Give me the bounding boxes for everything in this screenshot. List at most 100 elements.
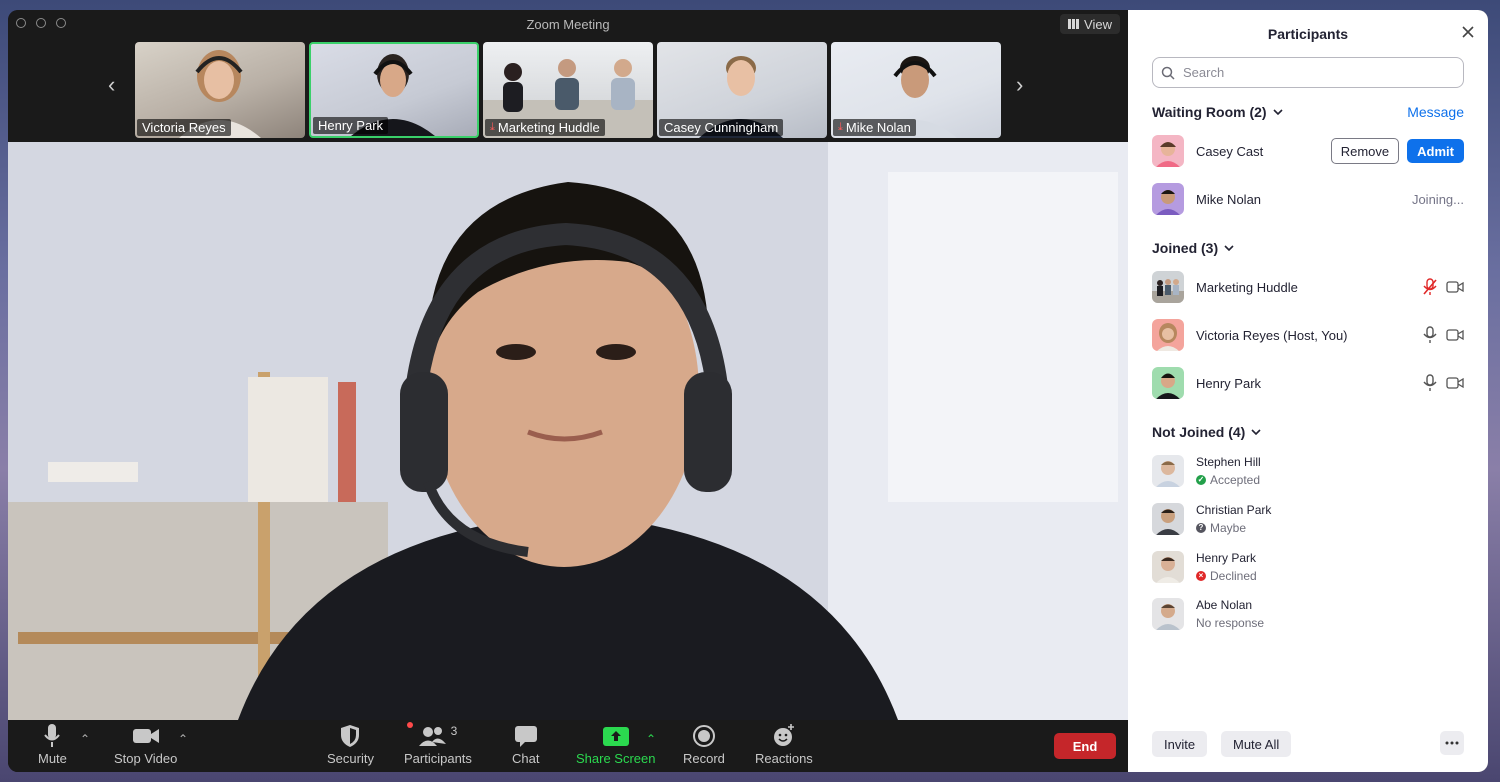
participant-name: Mike Nolan bbox=[1196, 191, 1262, 207]
participants-icon bbox=[418, 727, 446, 746]
not-joined-row-stephen-hill[interactable]: Stephen Hill ✓ Accepted bbox=[1152, 451, 1464, 491]
microphone-icon[interactable] bbox=[1422, 374, 1438, 392]
joined-header[interactable]: Joined (3) bbox=[1152, 240, 1234, 256]
record-button[interactable]: Record bbox=[683, 724, 725, 766]
thumbnail-marketing-huddle[interactable]: ⤓ Marketing Huddle bbox=[483, 42, 653, 138]
view-button[interactable]: View bbox=[1060, 14, 1120, 34]
stop-video-button[interactable]: Stop Video bbox=[114, 724, 177, 766]
microphone-icon[interactable] bbox=[1422, 326, 1438, 344]
chat-button[interactable]: Chat bbox=[512, 724, 539, 766]
waiting-room-header[interactable]: Waiting Room (2) bbox=[1152, 104, 1283, 120]
speaker-video-frame bbox=[8, 142, 1128, 720]
muted-mic-icon: ⤓ bbox=[490, 121, 495, 133]
joined-row-marketing-huddle[interactable]: Marketing Huddle bbox=[1152, 270, 1464, 304]
video-camera-icon bbox=[132, 729, 159, 743]
mute-button[interactable]: Mute bbox=[38, 724, 67, 766]
admit-button[interactable]: Admit bbox=[1407, 139, 1464, 163]
search-input[interactable] bbox=[1181, 64, 1455, 81]
avatar bbox=[1152, 503, 1184, 535]
more-options-button[interactable] bbox=[1440, 731, 1464, 755]
chevron-left-icon[interactable]: ‹ bbox=[108, 74, 115, 96]
not-joined-header[interactable]: Not Joined (4) bbox=[1152, 424, 1261, 440]
panel-title: Participants bbox=[1267, 26, 1349, 42]
participant-name: Marketing Huddle bbox=[1196, 279, 1298, 295]
security-label: Security bbox=[327, 751, 374, 766]
thumbnail-casey-cunningham[interactable]: Casey Cunningham bbox=[657, 42, 827, 138]
emoji-plus-icon bbox=[773, 724, 794, 746]
avatar bbox=[1152, 271, 1184, 303]
share-screen-button[interactable]: Share Screen bbox=[576, 724, 656, 766]
close-icon[interactable] bbox=[1462, 26, 1474, 38]
rsvp-status: ? Maybe bbox=[1196, 521, 1271, 535]
invitee-name: Abe Nolan bbox=[1196, 598, 1253, 612]
participants-label: Participants bbox=[404, 751, 472, 766]
thumbnail-victoria-reyes[interactable]: Victoria Reyes bbox=[135, 42, 305, 138]
chevron-down-icon bbox=[1251, 429, 1261, 435]
check-icon: ✓ bbox=[1196, 475, 1206, 485]
avatar bbox=[1152, 135, 1184, 167]
waiting-room-heading: Waiting Room (2) bbox=[1152, 104, 1267, 120]
security-button[interactable]: Security bbox=[327, 724, 374, 766]
question-icon: ? bbox=[1196, 523, 1206, 533]
thumbnail-label: ⤓ Marketing Huddle bbox=[485, 119, 605, 136]
rsvp-status: ✓ Accepted bbox=[1196, 473, 1261, 487]
shield-icon bbox=[341, 725, 360, 747]
thumbnail-henry-park[interactable]: Henry Park bbox=[309, 42, 479, 138]
chevron-down-icon bbox=[1224, 245, 1234, 251]
video-thumbnail-strip: ‹ Victoria Reyes Henry Park ⤓ Marketing … bbox=[8, 38, 1128, 142]
record-icon bbox=[692, 725, 715, 747]
joined-row-henry-park[interactable]: Henry Park bbox=[1152, 366, 1464, 400]
share-screen-icon bbox=[602, 727, 629, 746]
video-camera-icon[interactable] bbox=[1446, 328, 1464, 342]
video-camera-icon[interactable] bbox=[1446, 280, 1464, 294]
participants-panel: Participants Waiting Room (2) Message Ca… bbox=[1128, 10, 1488, 772]
share-options-caret[interactable]: ⌃ bbox=[646, 732, 656, 746]
joined-heading: Joined (3) bbox=[1152, 240, 1219, 256]
mute-label: Mute bbox=[38, 751, 67, 766]
ellipsis-icon bbox=[1445, 741, 1459, 745]
rsvp-status: No response bbox=[1196, 616, 1265, 630]
muted-microphone-icon[interactable] bbox=[1422, 278, 1438, 296]
thumbnail-label: ⤓ Mike Nolan bbox=[833, 119, 916, 136]
reactions-button[interactable]: Reactions bbox=[755, 724, 813, 766]
avatar bbox=[1152, 455, 1184, 487]
message-waiting-room-link[interactable]: Message bbox=[1407, 104, 1464, 120]
participants-count: 3 bbox=[450, 724, 458, 738]
invitee-name: Henry Park bbox=[1196, 551, 1257, 565]
waiting-row-casey-cast: Casey Cast Remove Admit bbox=[1152, 134, 1464, 168]
not-joined-row-christian-park[interactable]: Christian Park ? Maybe bbox=[1152, 499, 1464, 539]
muted-mic-icon: ⤓ bbox=[838, 121, 843, 133]
participant-name: Henry Park bbox=[1196, 375, 1262, 391]
invite-button[interactable]: Invite bbox=[1152, 731, 1208, 757]
invitee-name: Christian Park bbox=[1196, 503, 1272, 517]
video-camera-icon[interactable] bbox=[1446, 376, 1464, 390]
audio-options-caret[interactable]: ⌃ bbox=[80, 732, 90, 746]
end-meeting-button[interactable]: End bbox=[1054, 733, 1116, 759]
zoom-window: Zoom Meeting View ‹ Victoria Reyes Henry… bbox=[8, 10, 1488, 772]
search-field[interactable] bbox=[1152, 57, 1464, 88]
share-screen-label: Share Screen bbox=[576, 751, 656, 766]
joined-row-victoria-reyes[interactable]: Victoria Reyes (Host, You) bbox=[1152, 318, 1464, 352]
view-button-label: View bbox=[1084, 16, 1112, 32]
video-options-caret[interactable]: ⌃ bbox=[178, 732, 188, 746]
remove-button[interactable]: Remove bbox=[1330, 138, 1400, 164]
rsvp-status: × Declined bbox=[1196, 569, 1257, 583]
not-joined-heading: Not Joined (4) bbox=[1152, 424, 1246, 440]
thumbnail-mike-nolan[interactable]: ⤓ Mike Nolan bbox=[831, 42, 1001, 138]
participant-name: Casey Cast bbox=[1196, 143, 1264, 159]
not-joined-row-henry-park[interactable]: Henry Park × Declined bbox=[1152, 547, 1464, 587]
thumbnail-label: Henry Park bbox=[313, 117, 389, 134]
participants-button[interactable]: 3 Participants bbox=[404, 722, 472, 766]
active-speaker-video bbox=[8, 142, 1128, 720]
waiting-row-mike-nolan: Mike Nolan Joining... bbox=[1152, 182, 1464, 216]
mute-all-button[interactable]: Mute All bbox=[1221, 731, 1292, 757]
joining-status: Joining... bbox=[1411, 191, 1464, 207]
window-title: Zoom Meeting bbox=[526, 17, 610, 32]
meeting-area: Zoom Meeting View ‹ Victoria Reyes Henry… bbox=[8, 10, 1128, 772]
avatar bbox=[1152, 551, 1184, 583]
chat-bubble-icon bbox=[514, 726, 537, 747]
stop-video-label: Stop Video bbox=[114, 751, 178, 766]
avatar bbox=[1152, 598, 1184, 630]
chevron-right-icon[interactable]: › bbox=[1016, 74, 1023, 96]
not-joined-row-abe-nolan[interactable]: Abe Nolan No response bbox=[1152, 594, 1464, 634]
